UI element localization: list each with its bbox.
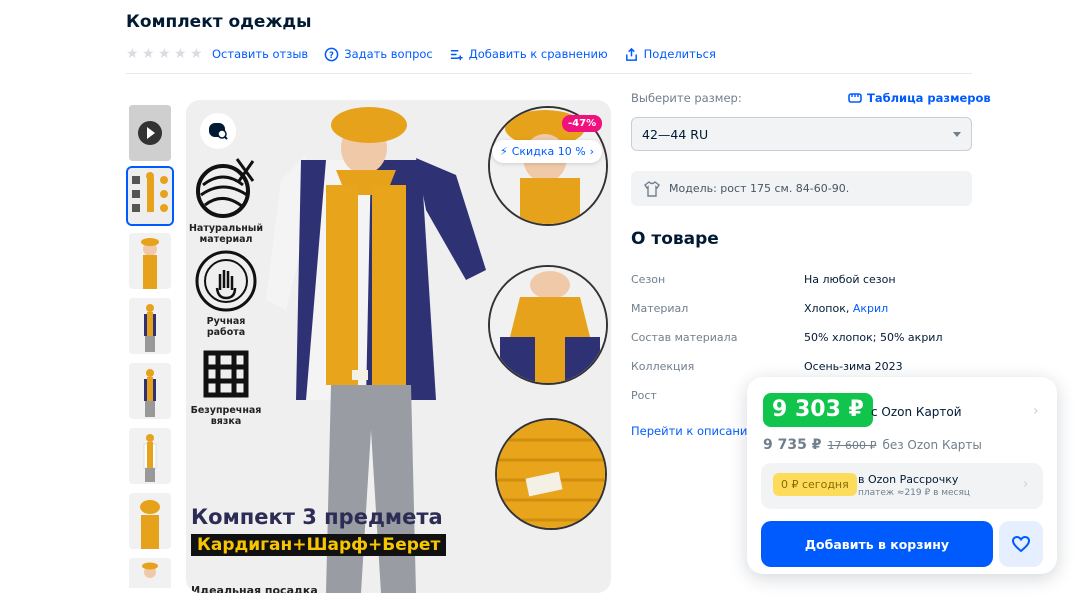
spec-value: 50% хлопок; 50% акрил [804, 331, 943, 344]
feature-knitting: Безупречная вязка [186, 345, 266, 427]
about-title: О товаре [631, 229, 719, 249]
size-selected-value: 42—44 RU [642, 126, 709, 142]
price-card: 9 303 ₽ с Ozon Картой › 9 735 ₽ 17 600 ₽… [747, 377, 1057, 574]
image-foot-text: Идеальная посадка [191, 584, 318, 593]
feature-handmade: Ручная работа [186, 248, 266, 338]
detail-circle-scarf [488, 265, 608, 385]
size-table-label: Таблица размеров [867, 91, 991, 105]
model-info: Модель: рост 175 см. 84-60-90. [631, 171, 972, 206]
svg-text:?: ? [329, 49, 334, 59]
spec-value-link[interactable]: Акрил [853, 302, 888, 315]
regular-price: 9 735 ₽ [763, 437, 822, 453]
discount-badge: -47% [562, 115, 603, 132]
thumbnail-7[interactable] [129, 558, 171, 588]
detail-circle-knit [495, 418, 607, 530]
question-icon: ? [324, 47, 339, 61]
favorite-button[interactable] [999, 521, 1043, 567]
share-label: Поделиться [643, 47, 716, 61]
image-subline: Кардиган+Шарф+Берет [191, 534, 447, 556]
thumbnail-2[interactable] [129, 233, 171, 289]
star-icon: ★ [126, 46, 139, 62]
ruler-icon [848, 93, 862, 103]
share-icon [625, 47, 637, 61]
add-compare-link[interactable]: Добавить к сравнению [449, 47, 608, 62]
yarn-ball-icon [196, 158, 255, 218]
image-headline: Компект 3 предмета [191, 505, 443, 529]
ask-question-label: Задать вопрос [344, 47, 433, 61]
go-to-description-link[interactable]: Перейти к описанию [631, 424, 757, 438]
spec-key: Сезон [631, 273, 666, 286]
sale-chip[interactable]: ⚡ Скидка 10 % › [492, 140, 603, 163]
heart-icon [1011, 535, 1031, 553]
feature-handmade-label: Ручная работа [206, 316, 246, 338]
thumbnail-1[interactable] [126, 166, 174, 226]
thumbnail-6[interactable] [129, 493, 171, 549]
compare-icon [450, 49, 463, 60]
regular-price-row: 9 735 ₽ 17 600 ₽ без Ozon Карты [763, 437, 982, 453]
spec-value-text: Хлопок, [804, 302, 853, 315]
installment-today-badge: 0 ₽ сегодня [773, 473, 857, 496]
size-table-link[interactable]: Таблица размеров [848, 91, 991, 105]
handmade-icon [195, 250, 257, 312]
add-compare-label: Добавить к сравнению [468, 47, 608, 61]
star-icon: ★ [174, 46, 187, 62]
ask-question-link[interactable]: ? Задать вопрос [324, 47, 433, 62]
lightning-icon: ⚡ [500, 145, 508, 158]
size-select[interactable]: 42—44 RU [631, 117, 972, 151]
add-to-cart-button[interactable]: Добавить в корзину [761, 521, 993, 567]
star-icon: ★ [158, 46, 171, 62]
installment-block[interactable]: 0 ₽ сегодня в Ozon Рассрочку платеж ≈219… [761, 463, 1043, 509]
product-title: Комплект одежды [126, 12, 312, 32]
spec-key: Рост [631, 389, 657, 402]
thumbnail-5[interactable] [129, 428, 171, 484]
knit-pattern-icon [203, 350, 249, 398]
spec-key: Состав материала [631, 331, 738, 344]
chevron-right-icon: › [1023, 477, 1029, 492]
chevron-right-icon[interactable]: › [1033, 403, 1039, 419]
spec-value: Осень-зима 2023 [804, 360, 903, 373]
thumbnail-strip [126, 103, 174, 588]
model-info-text: Модель: рост 175 см. 84-60-90. [669, 182, 850, 195]
spec-key: Материал [631, 302, 689, 315]
regular-price-label: без Ozon Карты [882, 438, 982, 452]
chevron-right-icon: › [589, 145, 595, 158]
ozon-card-label[interactable]: с Ozon Картой [871, 405, 962, 419]
product-actions: ★ ★ ★ ★ ★ Оставить отзыв ? Задать вопрос… [126, 44, 732, 64]
spec-key: Коллекция [631, 360, 695, 373]
chevron-down-icon [953, 131, 961, 137]
spec-value: Хлопок, Акрил [804, 302, 888, 315]
ozon-card-price[interactable]: 9 303 ₽ [763, 393, 873, 427]
leave-review-link[interactable]: Оставить отзыв [212, 47, 308, 61]
size-label: Выберите размер: [631, 91, 742, 105]
star-icon: ★ [142, 46, 155, 62]
feature-natural: Натуральный материал [186, 155, 266, 245]
similar-search-icon[interactable] [200, 113, 236, 149]
tshirt-icon [644, 180, 660, 197]
sale-chip-label: Скидка 10 % [511, 145, 586, 158]
installment-title: в Ozon Рассрочку [858, 473, 959, 486]
old-price: 17 600 ₽ [827, 439, 877, 452]
feature-natural-label: Натуральный материал [188, 223, 264, 245]
installment-subtitle: платеж ≈219 ₽ в месяц [858, 488, 971, 498]
spec-value: На любой сезон [804, 273, 896, 286]
share-link[interactable]: Поделиться [624, 47, 716, 62]
thumbnail-4[interactable] [129, 363, 171, 419]
thumbnail-3[interactable] [129, 298, 171, 354]
thumbnail-video[interactable] [129, 105, 171, 161]
star-icon: ★ [190, 46, 203, 62]
play-icon [129, 105, 171, 161]
header-divider [126, 73, 972, 74]
feature-knitting-label: Безупречная вязка [190, 405, 262, 427]
leave-review-label: Оставить отзыв [212, 47, 309, 61]
rating-stars[interactable]: ★ ★ ★ ★ ★ [126, 47, 204, 61]
product-main-image[interactable]: Натуральный материал Ручная работа Безуп… [186, 100, 611, 593]
